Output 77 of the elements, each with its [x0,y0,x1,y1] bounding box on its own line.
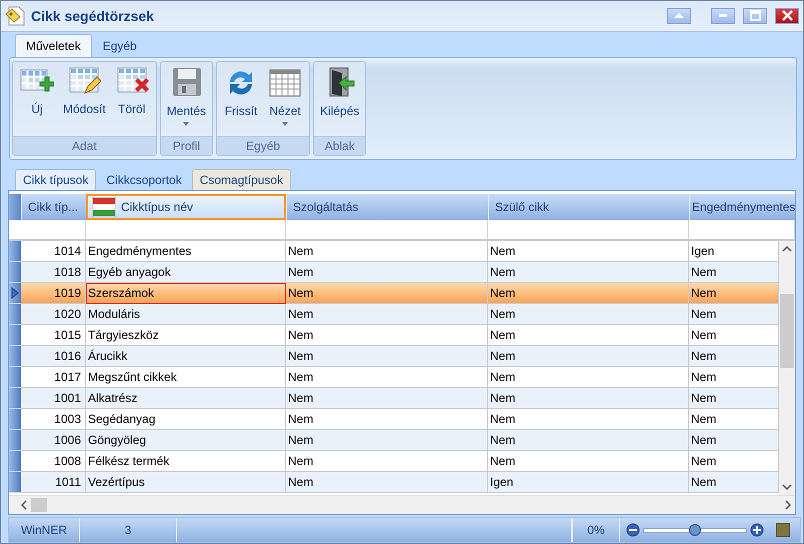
group-label: Egyéb [217,136,310,155]
scrollbar-thumb[interactable] [780,294,794,368]
ribbon-tab[interactable]: Műveletek [15,34,92,57]
ribbon-button[interactable]: Kilépés [316,64,364,136]
header-corner [9,194,21,220]
table-row[interactable]: 1008 Félkész termék Nem Nem Nem [9,450,779,472]
table-cell: Igen [488,472,689,493]
table-row[interactable]: 1006 Göngyöleg Nem Nem Nem [9,430,779,451]
close-button[interactable] [775,8,799,24]
row-header[interactable] [9,408,21,430]
maximize-button[interactable] [743,8,767,24]
table-row[interactable]: 1014 Engedménymentes Nem Nem Igen [9,240,779,262]
table-pencil-icon [67,66,102,96]
table-row[interactable]: 1018 Egyéb anyagok Nem Nem Nem [9,262,779,283]
vertical-scrollbar[interactable] [779,240,795,496]
ribbon-button[interactable]: Módosít [59,64,110,136]
caret-icon [673,12,685,20]
table-row[interactable]: 1017 Megszűnt cikkek Nem Nem Nem [9,366,779,388]
table-cell: Vezértípus [86,472,286,493]
row-pointer-icon [11,286,19,299]
row-header[interactable] [9,366,21,388]
table-row[interactable]: 1019 Szerszámok Nem Nem Nem [9,282,779,304]
ribbon-button[interactable]: Új [15,64,59,136]
window-title: Cikk segédtörzsek [31,8,155,24]
collapse-ribbon-button[interactable] [667,8,691,24]
table-row[interactable]: 1003 Segédanyag Nem Nem Nem [9,408,779,430]
table-row[interactable]: 1001 Alkatrész Nem Nem Nem [9,388,779,409]
row-header[interactable] [9,324,21,346]
scroll-left-icon [21,500,27,510]
ribbon-button[interactable]: Töröl [110,64,154,136]
flag-icon [92,196,116,217]
horizontal-scrollbar[interactable] [9,495,795,514]
row-header[interactable] [9,430,21,451]
group-label: Profil [160,136,212,155]
ribbon-button[interactable]: Mentés [162,64,210,136]
column-header[interactable]: Engedménymentes [689,194,795,220]
row-header[interactable] [9,346,21,367]
group-label: Ablak [314,136,366,155]
scroll-up-icon [782,246,792,252]
table-row[interactable]: 1015 Tárgyieszköz Nem Nem Nem [9,324,779,346]
table-row[interactable]: 1011 Vezértípus Nem Igen Nem [9,472,779,493]
scrollbar-thumb[interactable] [31,498,47,512]
row-header[interactable] [9,304,21,325]
status-count: 3 [80,518,177,542]
maximize-icon [750,10,760,22]
ribbon-button[interactable]: Nézet [263,64,308,136]
close-icon [782,10,792,22]
grid-tab[interactable]: Cikkcsoportok [98,168,190,190]
minimize-icon [719,14,727,18]
group-label: Adat [13,136,156,155]
row-header[interactable] [9,388,21,409]
row-header[interactable] [9,472,21,493]
column-header[interactable]: Cikktípus név [86,194,286,220]
row-header[interactable] [9,450,21,472]
scroll-right-icon [785,500,791,510]
zoom-in-icon [750,523,764,538]
column-header[interactable]: Szülő cikk [488,194,689,220]
ribbon-button[interactable]: Frissít [219,64,264,136]
document-tag-icon [5,4,25,27]
table-row[interactable]: 1020 Moduláris Nem Nem Nem [9,304,779,325]
ribbon-tab[interactable]: Egyéb [92,34,148,57]
grid-tab[interactable]: Csomagtípusok [192,168,292,190]
grid-tab[interactable]: Cikk típusok [15,168,96,190]
status-indicator [776,523,790,538]
row-header[interactable] [9,240,21,262]
table-cell: Nem [286,472,488,493]
table-row[interactable]: 1016 Árucikk Nem Nem Nem [9,346,779,367]
table-cell: Szerszámok [86,282,286,304]
column-header[interactable]: Szolgáltatás [286,194,488,220]
table-cell: 1011 [21,472,86,493]
zoom-out-icon [626,523,640,538]
status-app-name: WinNER [9,518,80,542]
row-header[interactable] [9,262,21,283]
row-header[interactable] [9,282,21,304]
table-cell: Egyéb anyagok [86,262,286,283]
scroll-down-icon [782,484,792,490]
minimize-button[interactable] [711,8,735,24]
